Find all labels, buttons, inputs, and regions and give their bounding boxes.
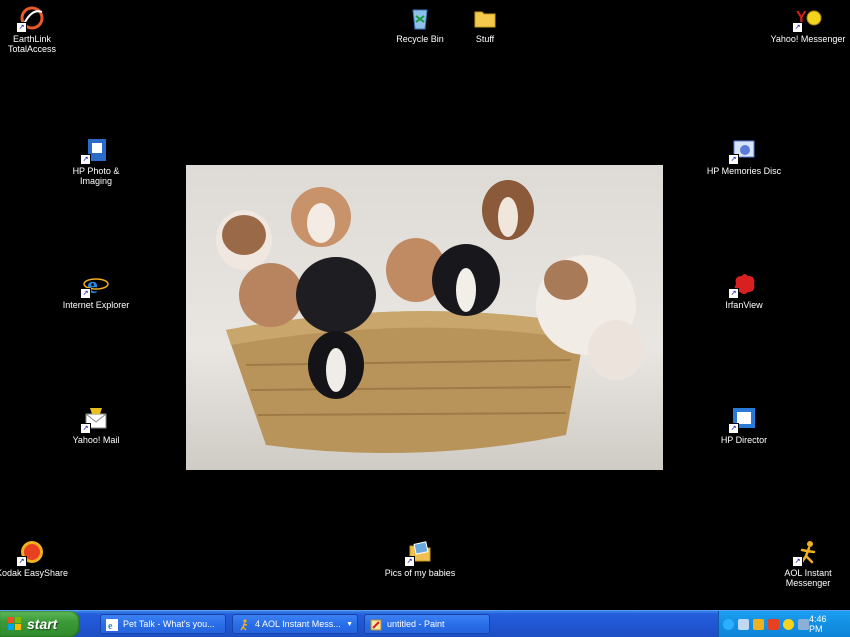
earthlink-icon: ↗ [16, 4, 46, 33]
desktop-icon-irfanview[interactable]: ↗ IrfanView [704, 270, 784, 310]
desktop-icon-label: Pics of my babies [384, 568, 456, 578]
clock[interactable]: 4:46 PM [809, 614, 842, 634]
taskbar: start e Pet Talk - What's you... 4 AOL I… [0, 610, 850, 637]
wallpaper-puppies-photo [186, 165, 663, 470]
desktop-icon-label: IrfanView [725, 300, 763, 310]
system-tray: 4:46 PM [718, 611, 850, 637]
chevron-down-icon: ▼ [346, 620, 353, 628]
desktop-icon-yahoo-mail[interactable]: ↗ Yahoo! Mail [56, 405, 136, 445]
desktop-icon-label: Kodak EasyShare [0, 568, 69, 578]
desktop-icon-yahoo-messenger[interactable]: Y ↗ Yahoo! Messenger [768, 4, 848, 44]
hp-director-icon: ↗ [728, 405, 758, 434]
ie-page-icon: e [106, 618, 118, 632]
internet-explorer-icon: e ↗ [80, 270, 110, 299]
desktop-icon-label: Internet Explorer [62, 300, 130, 310]
recycle-bin-icon [406, 4, 434, 32]
start-button-label: start [27, 616, 58, 632]
desktop-icon-label: Yahoo! Messenger [770, 34, 846, 44]
desktop-icon-label: EarthLink TotalAccess [7, 34, 57, 54]
yahoo-messenger-icon: Y ↗ [792, 4, 822, 33]
desktop-icon-hp-director[interactable]: ↗ HP Director [704, 405, 784, 445]
desktop-icon-aol-instant-messenger[interactable]: ↗ AOL Instant Messenger [768, 538, 848, 588]
desktop-icon-label: AOL Instant Messenger [784, 568, 832, 588]
taskbar-button-label: 4 AOL Instant Mess... [255, 619, 341, 629]
desktop-icon-label: Stuff [475, 34, 495, 44]
desktop-icon-stuff-folder[interactable]: Stuff [445, 4, 525, 44]
picture-folder-icon: ↗ [404, 538, 434, 567]
yahoo-mail-icon: ↗ [80, 405, 110, 434]
windows-flag-icon [8, 617, 22, 631]
desktop-icon-label: HP Director [720, 435, 768, 445]
desktop-icon-label: HP Memories Disc [706, 166, 782, 176]
start-button[interactable]: start [0, 611, 80, 637]
aim-running-man-icon [238, 618, 250, 631]
taskbar-button-aol-instant-messenger-group[interactable]: 4 AOL Instant Mess... ▼ [232, 614, 358, 634]
desktop: ↗ EarthLink TotalAccess Recycle Bin Stuf… [0, 0, 850, 610]
security-icon[interactable] [768, 618, 779, 630]
puppies-in-basket-image [216, 180, 644, 453]
desktop-icon-pics-of-my-babies[interactable]: ↗ Pics of my babies [380, 538, 460, 578]
desktop-icon-hp-memories-disc[interactable]: ↗ HP Memories Disc [704, 136, 784, 176]
paint-icon [370, 618, 382, 631]
taskbar-button-label: Pet Talk - What's you... [123, 619, 215, 629]
folder-icon [471, 4, 499, 32]
irfanview-icon: ↗ [728, 270, 758, 299]
desktop-icon-label: Yahoo! Mail [72, 435, 120, 445]
network-icon[interactable] [738, 618, 749, 630]
desktop-icon-label: HP Photo & Imaging [72, 166, 120, 186]
desktop-icon-hp-photo-imaging[interactable]: ↗ HP Photo & Imaging [56, 136, 136, 186]
hp-photo-icon: ↗ [80, 136, 110, 165]
tray-expand-icon[interactable] [723, 618, 734, 630]
taskbar-button-pet-talk[interactable]: e Pet Talk - What's you... [100, 614, 226, 634]
hp-memories-disc-icon: ↗ [728, 136, 758, 165]
yahoo-messenger-tray-icon[interactable] [783, 618, 794, 630]
aim-icon: ↗ [792, 538, 822, 567]
svg-text:e: e [108, 621, 113, 631]
taskbar-button-label: untitled - Paint [387, 619, 445, 629]
taskbar-button-paint[interactable]: untitled - Paint [364, 614, 490, 634]
aim-tray-icon[interactable] [753, 618, 764, 630]
desktop-icon-internet-explorer[interactable]: e ↗ Internet Explorer [56, 270, 136, 310]
kodak-easyshare-icon: ↗ [16, 538, 46, 567]
desktop-icon-earthlink[interactable]: ↗ EarthLink TotalAccess [0, 4, 72, 54]
volume-icon[interactable] [798, 618, 809, 630]
desktop-icon-kodak-easyshare[interactable]: ↗ Kodak EasyShare [0, 538, 72, 578]
